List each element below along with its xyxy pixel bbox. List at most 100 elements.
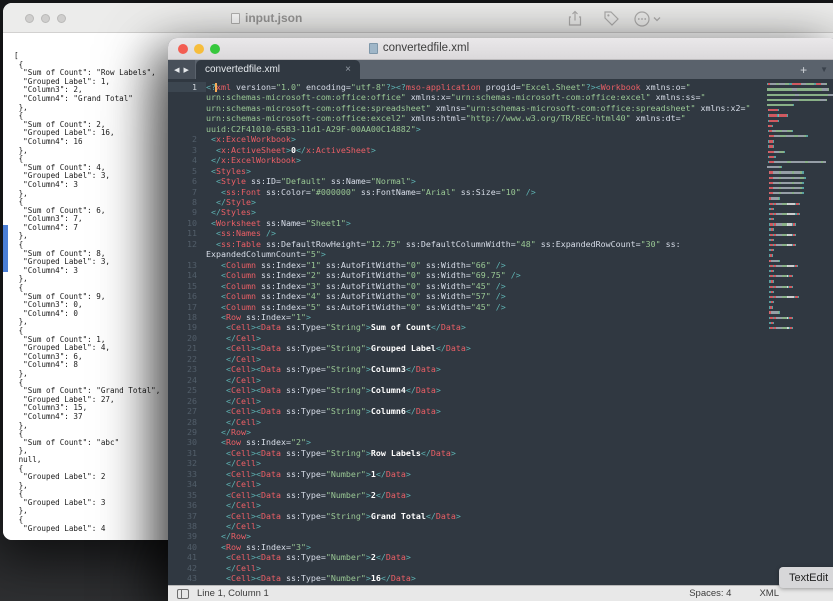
code-line[interactable]: 32 </Cell> xyxy=(168,458,833,468)
code-line[interactable]: 4 </x:ExcelWorkbook> xyxy=(168,155,833,165)
cursor-position[interactable]: Line 1, Column 1 xyxy=(197,588,269,599)
code-line[interactable]: 36 </Cell> xyxy=(168,500,833,510)
code-line[interactable]: 29 </Row> xyxy=(168,427,833,437)
minimap-line xyxy=(767,326,833,331)
status-bar: Line 1, Column 1 Spaces: 4 XML xyxy=(168,585,833,601)
code-line[interactable]: 21 <Cell><Data ss:Type="String">Grouped … xyxy=(168,343,833,353)
tab-nav: ◀ ▶ xyxy=(168,60,195,79)
tab-overflow-icon[interactable]: ▼ xyxy=(820,65,828,74)
code-line[interactable]: 22 </Cell> xyxy=(168,354,833,364)
line-number: 34 xyxy=(168,479,206,489)
code-line[interactable]: 14 <Column ss:Index="2" ss:AutoFitWidth=… xyxy=(168,270,833,280)
json-line: "Grouped Label": 3 xyxy=(14,499,160,508)
code-line[interactable]: 12 <ss:Table ss:DefaultRowHeight="12.75"… xyxy=(168,239,833,249)
code-line[interactable]: 17 <Column ss:Index="5" ss:AutoFitWidth=… xyxy=(168,302,833,312)
line-number: 30 xyxy=(168,437,206,447)
minimize-button[interactable] xyxy=(41,14,50,23)
line-number: 11 xyxy=(168,228,206,238)
line-number: 14 xyxy=(168,270,206,280)
line-number: 41 xyxy=(168,552,206,562)
line-number: 31 xyxy=(168,448,206,458)
line-number: 37 xyxy=(168,511,206,521)
code-line[interactable]: 11 <ss:Names /> xyxy=(168,228,833,238)
code-line[interactable]: 6 <Style ss:ID="Default" ss:Name="Normal… xyxy=(168,176,833,186)
code-line[interactable]: 8 </Style> xyxy=(168,197,833,207)
code-line[interactable]: 30 <Row ss:Index="2"> xyxy=(168,437,833,447)
code-line[interactable]: 3 <x:ActiveSheet>0</x:ActiveSheet> xyxy=(168,145,833,155)
code-line[interactable]: uuid:C2F41010-65B3-11d1-A29F-00AA00C1488… xyxy=(168,124,833,134)
forward-icon[interactable]: ▶ xyxy=(184,66,189,74)
code-line[interactable]: 24 </Cell> xyxy=(168,375,833,385)
code-line[interactable]: 25 <Cell><Data ss:Type="String">Column4<… xyxy=(168,385,833,395)
line-number: 25 xyxy=(168,385,206,395)
code-line[interactable]: urn:schemas-microsoft-com:office:spreads… xyxy=(168,103,833,113)
code-line[interactable]: 19 <Cell><Data ss:Type="String">Sum of C… xyxy=(168,322,833,332)
indent-setting[interactable]: Spaces: 4 xyxy=(689,588,731,599)
new-tab-icon[interactable]: + xyxy=(800,63,807,77)
window-title: convertedfile.xml xyxy=(383,42,469,54)
code-line[interactable]: 34 </Cell> xyxy=(168,479,833,489)
code-lines: 1<?xml version="1.0" encoding="utf-8"?><… xyxy=(168,82,833,584)
line-number: 40 xyxy=(168,542,206,552)
share-icon[interactable] xyxy=(567,10,583,32)
minimap[interactable] xyxy=(767,82,833,331)
tab-convertedfile[interactable]: convertedfile.xml × xyxy=(196,60,360,79)
code-line[interactable]: 2 <x:ExcelWorkbook> xyxy=(168,134,833,144)
code-line[interactable]: 5 <Styles> xyxy=(168,166,833,176)
json-line: }, xyxy=(14,232,160,241)
zoom-button[interactable] xyxy=(57,14,66,23)
code-line[interactable]: 43 <Cell><Data ss:Type="Number">16</Data… xyxy=(168,573,833,583)
code-line[interactable]: 28 </Cell> xyxy=(168,417,833,427)
code-line[interactable]: 33 <Cell><Data ss:Type="Number">1</Data> xyxy=(168,469,833,479)
json-line: }, xyxy=(14,370,160,379)
code-line[interactable]: 37 <Cell><Data ss:Type="String">Grand To… xyxy=(168,511,833,521)
textedit-titlebar[interactable]: input.json Search xyxy=(3,3,833,33)
more-actions-icon[interactable] xyxy=(633,10,663,33)
json-line: "Column4": 3 xyxy=(14,267,160,276)
code-editor[interactable]: 1<?xml version="1.0" encoding="utf-8"?><… xyxy=(168,79,833,585)
code-line[interactable]: ExpandedColumnCount="5"> xyxy=(168,249,833,259)
code-line[interactable]: 13 <Column ss:Index="1" ss:AutoFitWidth=… xyxy=(168,260,833,270)
code-line[interactable]: urn:schemas-microsoft-com:office:office"… xyxy=(168,92,833,102)
line-number: 18 xyxy=(168,312,206,322)
code-line[interactable]: 38 </Cell> xyxy=(168,521,833,531)
code-line[interactable]: 18 <Row ss:Index="1"> xyxy=(168,312,833,322)
code-line[interactable]: 16 <Column ss:Index="4" ss:AutoFitWidth=… xyxy=(168,291,833,301)
back-icon[interactable]: ◀ xyxy=(174,66,179,74)
json-line: "Sum of Count": "abc" xyxy=(14,439,160,448)
line-number: 28 xyxy=(168,417,206,427)
close-button[interactable] xyxy=(25,14,34,23)
code-line[interactable]: 27 <Cell><Data ss:Type="String">Column6<… xyxy=(168,406,833,416)
code-line[interactable]: 42 </Cell> xyxy=(168,563,833,573)
line-number: 6 xyxy=(168,176,206,186)
code-line[interactable]: 15 <Column ss:Index="3" ss:AutoFitWidth=… xyxy=(168,281,833,291)
json-line: "Column4": 0 xyxy=(14,310,160,319)
window-title-group: convertedfile.xml xyxy=(168,42,670,57)
code-line[interactable]: 35 <Cell><Data ss:Type="Number">2</Data> xyxy=(168,490,833,500)
sidebar-toggle-icon[interactable] xyxy=(177,589,189,599)
syntax-setting[interactable]: XML xyxy=(759,588,779,599)
code-line[interactable]: 31 <Cell><Data ss:Type="String">Row Labe… xyxy=(168,448,833,458)
json-line: }, xyxy=(14,104,160,113)
json-document[interactable]: [ { "Sum of Count": "Row Labels", "Group… xyxy=(14,52,160,533)
json-line: "Grouped Label": 4 xyxy=(14,525,160,534)
close-icon[interactable]: × xyxy=(345,64,351,75)
code-line[interactable]: 39 </Row> xyxy=(168,531,833,541)
code-line[interactable]: urn:schemas-microsoft-com:office:excel2"… xyxy=(168,113,833,123)
code-line[interactable]: 20 </Cell> xyxy=(168,333,833,343)
editor-window[interactable]: convertedfile.xml ◀ ▶ convertedfile.xml … xyxy=(168,38,833,601)
code-line[interactable]: 1<?xml version="1.0" encoding="utf-8"?><… xyxy=(168,82,833,92)
code-line[interactable]: 26 </Cell> xyxy=(168,396,833,406)
code-line[interactable]: 41 <Cell><Data ss:Type="Number">2</Data> xyxy=(168,552,833,562)
tag-icon[interactable] xyxy=(603,10,620,32)
code-line[interactable]: 10 <Worksheet ss:Name="Sheet1"> xyxy=(168,218,833,228)
editor-titlebar[interactable]: convertedfile.xml xyxy=(168,38,833,60)
line-number: 32 xyxy=(168,458,206,468)
code-line[interactable]: 23 <Cell><Data ss:Type="String">Column3<… xyxy=(168,364,833,374)
code-line[interactable]: 40 <Row ss:Index="3"> xyxy=(168,542,833,552)
scrollbar-thumb[interactable] xyxy=(3,225,8,272)
desktop: input.json Search [ { "Sum of Count" xyxy=(0,0,833,601)
code-line[interactable]: 7 <ss:Font ss:Color="#000000" ss:FontNam… xyxy=(168,187,833,197)
json-line: [ xyxy=(14,52,160,61)
code-line[interactable]: 9 </Styles> xyxy=(168,207,833,217)
